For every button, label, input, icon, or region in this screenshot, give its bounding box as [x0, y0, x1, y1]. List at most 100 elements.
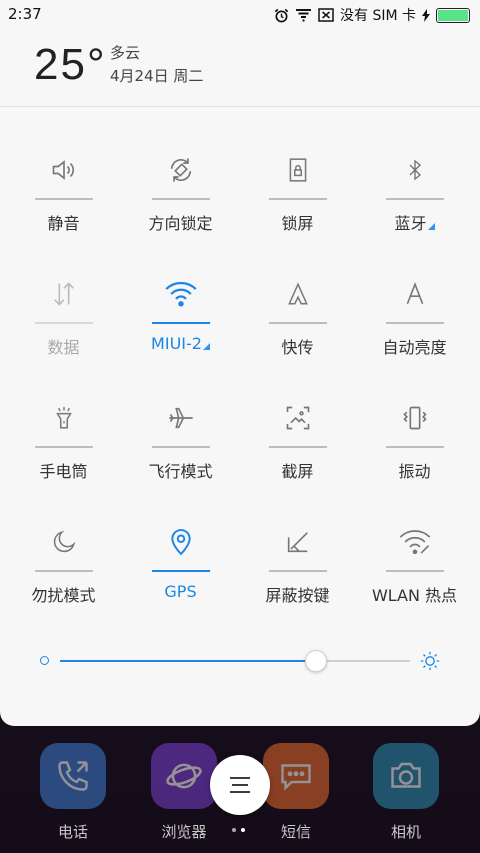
camera-icon [373, 743, 439, 809]
toggle-gps[interactable]: GPS [122, 512, 239, 622]
toggle-quick-transfer[interactable]: 快传 [239, 264, 356, 374]
toggle-label: 数据 [47, 338, 80, 357]
bluetooth-icon [393, 150, 437, 190]
toggle-label: 方向锁定 [148, 214, 213, 233]
alarm-icon [274, 8, 289, 23]
toggle-label: GPS [164, 582, 197, 601]
toggle-indicator [152, 446, 210, 448]
block-keys-icon [276, 522, 320, 562]
toggle-label: 截屏 [281, 462, 314, 481]
flashlight-icon [42, 398, 86, 438]
brightness-thumb[interactable] [304, 650, 327, 672]
toggle-indicator [386, 570, 444, 572]
menu-icon [230, 777, 250, 793]
sms-icon [263, 743, 329, 809]
brightness-slider[interactable] [40, 650, 440, 672]
page-dot [232, 828, 236, 832]
toggle-label: WLAN 热点 [371, 586, 458, 605]
toggle-vibrate[interactable]: 振动 [356, 388, 473, 498]
toggle-screenshot[interactable]: 截屏 [239, 388, 356, 498]
wifi-icon [159, 274, 203, 314]
toggle-label: 快传 [281, 338, 314, 357]
toggle-indicator [386, 446, 444, 448]
page-dot-active [241, 828, 245, 832]
toggle-label: 飞行模式 [148, 462, 213, 481]
charging-icon [422, 8, 430, 22]
status-icons: 没有 SIM 卡 [274, 5, 470, 25]
no-sim-text: 没有 SIM 卡 [340, 8, 416, 24]
brightness-high-icon [420, 651, 440, 675]
toggle-block-keys[interactable]: 屏蔽按键 [239, 512, 356, 622]
toggle-label: 静音 [47, 214, 80, 233]
lock-screen-icon [276, 150, 320, 190]
battery-icon [436, 7, 470, 23]
vibrate-icon [393, 398, 437, 438]
airplane-icon [159, 398, 203, 438]
collapse-menu-button[interactable] [210, 755, 270, 815]
rotation-lock-icon [159, 150, 203, 190]
expand-triangle-icon [427, 223, 435, 230]
toggle-indicator [35, 570, 93, 572]
toggle-indicator [152, 198, 210, 200]
toggle-label: 蓝牙 [356, 210, 473, 234]
volume-icon [42, 150, 86, 190]
brightness-track[interactable] [60, 650, 410, 672]
data-arrows-icon [42, 274, 86, 314]
wifi-status-icon [295, 8, 312, 22]
toggle-indicator [269, 322, 327, 324]
auto-brightness-icon [393, 274, 437, 314]
toggle-lock-screen[interactable]: 锁屏 [239, 140, 356, 250]
toggle-airplane-mode[interactable]: 飞行模式 [122, 388, 239, 498]
toggle-indicator [269, 198, 327, 200]
weather-widget[interactable]: 25° 多云 4月24日 周二 [0, 28, 480, 107]
toggle-label: MIUI-2 [122, 334, 239, 353]
app-phone[interactable]: 电话 [33, 740, 113, 842]
toggle-mobile-data[interactable]: 数据 [5, 264, 122, 374]
toggle-auto-brightness[interactable]: 自动亮度 [356, 264, 473, 374]
temperature: 25° [34, 40, 107, 89]
toggle-indicator [269, 446, 327, 448]
app-label: 浏览器 [161, 823, 207, 841]
weather-date: 4月24日 周二 [110, 67, 204, 85]
toggle-do-not-disturb[interactable]: 勿扰模式 [5, 512, 122, 622]
moon-icon [42, 522, 86, 562]
battery-fill [438, 9, 468, 21]
screenshot-icon [276, 398, 320, 438]
quick-transfer-icon [276, 274, 320, 314]
toggle-wlan-hotspot[interactable]: WLAN 热点 [356, 512, 473, 622]
brightness-low-icon [40, 656, 49, 665]
toggle-indicator [386, 322, 444, 324]
weather-condition: 多云 [110, 44, 141, 62]
expand-triangle-icon [202, 343, 210, 350]
toggle-label: 振动 [398, 462, 431, 481]
toggle-indicator [152, 322, 210, 324]
app-label: 短信 [280, 823, 311, 841]
toggle-label: 勿扰模式 [31, 586, 96, 605]
toggle-indicator [152, 570, 210, 572]
toggle-label: 手电筒 [39, 462, 88, 481]
brightness-fill [60, 660, 316, 662]
toggle-bluetooth[interactable]: 蓝牙 [356, 140, 473, 250]
toggle-indicator [386, 198, 444, 200]
hotspot-icon [393, 522, 437, 562]
toggle-indicator [35, 446, 93, 448]
toggle-rotation-lock[interactable]: 方向锁定 [122, 140, 239, 250]
toggle-wifi[interactable]: MIUI-2 [122, 264, 239, 374]
location-pin-icon [159, 522, 203, 562]
app-label: 电话 [57, 823, 88, 841]
toggle-indicator [269, 570, 327, 572]
toggle-indicator [35, 322, 93, 324]
phone-icon [40, 743, 106, 809]
page-indicator [232, 828, 245, 832]
app-camera[interactable]: 相机 [366, 740, 446, 842]
no-sim-icon [318, 8, 334, 22]
toggle-label: 自动亮度 [382, 338, 447, 357]
control-center-panel: 2:37 没有 SIM 卡 25° 多云 4月24日 周二 静音 方向锁定 锁屏… [0, 0, 480, 726]
toggle-label: 锁屏 [281, 214, 314, 233]
app-label: 相机 [390, 823, 421, 841]
browser-icon [151, 743, 217, 809]
toggle-mute[interactable]: 静音 [5, 140, 122, 250]
status-bar: 2:37 没有 SIM 卡 [0, 0, 480, 28]
toggle-indicator [35, 198, 93, 200]
toggle-flashlight[interactable]: 手电筒 [5, 388, 122, 498]
